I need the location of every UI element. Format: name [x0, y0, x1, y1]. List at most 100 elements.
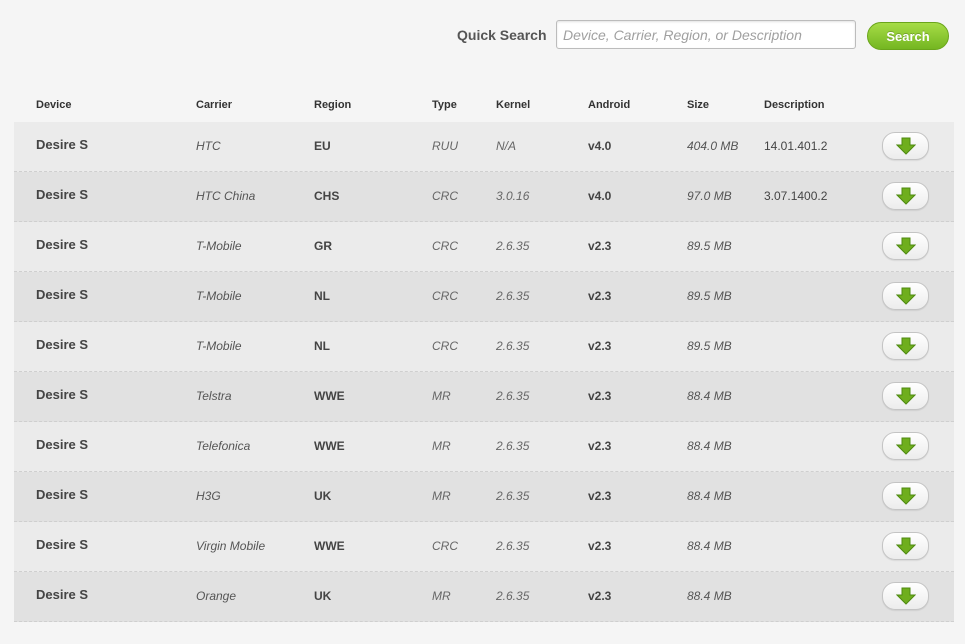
cell-carrier: T-Mobile — [196, 239, 242, 253]
download-arrow-icon — [895, 237, 916, 255]
cell-type: MR — [432, 589, 451, 603]
header-device: Device — [36, 99, 72, 111]
cell-device: Desire S — [36, 537, 89, 552]
cell-device: Desire S — [36, 287, 89, 302]
cell-device: Desire S — [36, 487, 89, 502]
cell-size: 88.4 MB — [687, 589, 732, 603]
table-row: Desire S HTC China CHS CRC 3.0.16 v4.0 97.0 MB… — [14, 172, 954, 222]
download-arrow-icon — [895, 387, 916, 405]
cell-carrier: T-Mobile — [196, 289, 242, 303]
cell-carrier: Telefonica — [196, 439, 251, 453]
cell-type: MR — [432, 439, 451, 453]
cell-device: Desire S — [36, 437, 89, 452]
cell-description: 3.07.1400.2 — [764, 189, 828, 203]
cell-size: 97.0 MB — [687, 189, 732, 203]
cell-kernel: 2.6.35 — [496, 589, 530, 603]
download-button[interactable] — [882, 232, 929, 260]
cell-region: WWE — [314, 389, 345, 403]
table-row: Desire S Orange UK MR 2.6.35 v2.3 88.4 MB — [14, 572, 954, 622]
download-arrow-icon — [895, 487, 916, 505]
download-button[interactable] — [882, 382, 929, 410]
cell-region: WWE — [314, 539, 345, 553]
download-button[interactable] — [882, 182, 929, 210]
table-header: Device Carrier Region Type Kernel Androi… — [14, 88, 954, 122]
table-row: Desire S HTC EU RUU N/A v4.0 404.0 MB 14.01.401… — [14, 122, 954, 172]
cell-carrier: Telstra — [196, 389, 232, 403]
quick-search-label: Quick Search — [457, 27, 547, 43]
cell-android: v2.3 — [588, 239, 612, 253]
header-description: Description — [764, 99, 825, 111]
table-row: Desire S H3G UK MR 2.6.35 v2.3 88.4 MB — [14, 472, 954, 522]
download-button[interactable] — [882, 282, 929, 310]
cell-device: Desire S — [36, 237, 89, 252]
cell-android: v2.3 — [588, 289, 612, 303]
cell-device: Desire S — [36, 187, 89, 202]
cell-device: Desire S — [36, 587, 89, 602]
download-button[interactable] — [882, 132, 929, 160]
download-arrow-icon — [895, 537, 916, 555]
cell-size: 89.5 MB — [687, 339, 732, 353]
cell-type: CRC — [432, 339, 458, 353]
cell-type: MR — [432, 389, 451, 403]
table-row: Desire S Virgin Mobile WWE CRC 2.6.35 v2.3 88.… — [14, 522, 954, 572]
cell-device: Desire S — [36, 387, 89, 402]
cell-android: v2.3 — [588, 539, 612, 553]
cell-region: GR — [314, 239, 332, 253]
header-type: Type — [432, 99, 457, 111]
cell-region: NL — [314, 339, 330, 353]
cell-carrier: Orange — [196, 589, 237, 603]
cell-android: v2.3 — [588, 489, 612, 503]
download-button[interactable] — [882, 432, 929, 460]
cell-size: 88.4 MB — [687, 439, 732, 453]
cell-size: 89.5 MB — [687, 239, 732, 253]
cell-kernel: 2.6.35 — [496, 339, 530, 353]
download-arrow-icon — [895, 437, 916, 455]
cell-size: 89.5 MB — [687, 289, 732, 303]
search-input[interactable] — [556, 20, 856, 49]
cell-region: UK — [314, 489, 332, 503]
cell-type: CRC — [432, 539, 458, 553]
cell-android: v2.3 — [588, 589, 612, 603]
table-row: Desire S T-Mobile NL CRC 2.6.35 v2.3 89.5 MB — [14, 272, 954, 322]
download-button[interactable] — [882, 532, 929, 560]
cell-region: NL — [314, 289, 330, 303]
quick-search-bar: Quick Search Search — [0, 20, 965, 52]
cell-kernel: 2.6.35 — [496, 539, 530, 553]
cell-size: 88.4 MB — [687, 539, 732, 553]
download-arrow-icon — [895, 287, 916, 305]
cell-type: CRC — [432, 289, 458, 303]
download-arrow-icon — [895, 337, 916, 355]
cell-type: CRC — [432, 239, 458, 253]
cell-kernel: 2.6.35 — [496, 389, 530, 403]
cell-type: MR — [432, 489, 451, 503]
header-kernel: Kernel — [496, 99, 531, 111]
cell-region: EU — [314, 139, 331, 153]
cell-kernel: 2.6.35 — [496, 439, 530, 453]
cell-region: UK — [314, 589, 332, 603]
cell-kernel: 2.6.35 — [496, 239, 530, 253]
cell-kernel: 2.6.35 — [496, 489, 530, 503]
download-arrow-icon — [895, 137, 916, 155]
download-button[interactable] — [882, 482, 929, 510]
cell-carrier: H3G — [196, 489, 221, 503]
cell-size: 88.4 MB — [687, 389, 732, 403]
cell-size: 404.0 MB — [687, 139, 739, 153]
header-carrier: Carrier — [196, 99, 233, 111]
search-button[interactable]: Search — [867, 22, 949, 50]
cell-kernel: 3.0.16 — [496, 189, 530, 203]
cell-description: 14.01.401.2 — [764, 139, 828, 153]
cell-region: WWE — [314, 439, 345, 453]
cell-android: v2.3 — [588, 389, 612, 403]
header-region: Region — [314, 99, 352, 111]
cell-carrier: HTC — [196, 139, 221, 153]
table-row: Desire S T-Mobile NL CRC 2.6.35 v2.3 89.5 MB — [14, 322, 954, 372]
download-button[interactable] — [882, 332, 929, 360]
cell-type: CRC — [432, 189, 458, 203]
table-row: Desire S Telstra WWE MR 2.6.35 v2.3 88.4 MB — [14, 372, 954, 422]
header-android: Android — [588, 99, 631, 111]
cell-android: v4.0 — [588, 189, 612, 203]
download-button[interactable] — [882, 582, 929, 610]
cell-android: v4.0 — [588, 139, 612, 153]
cell-carrier: T-Mobile — [196, 339, 242, 353]
cell-carrier: Virgin Mobile — [196, 539, 266, 553]
